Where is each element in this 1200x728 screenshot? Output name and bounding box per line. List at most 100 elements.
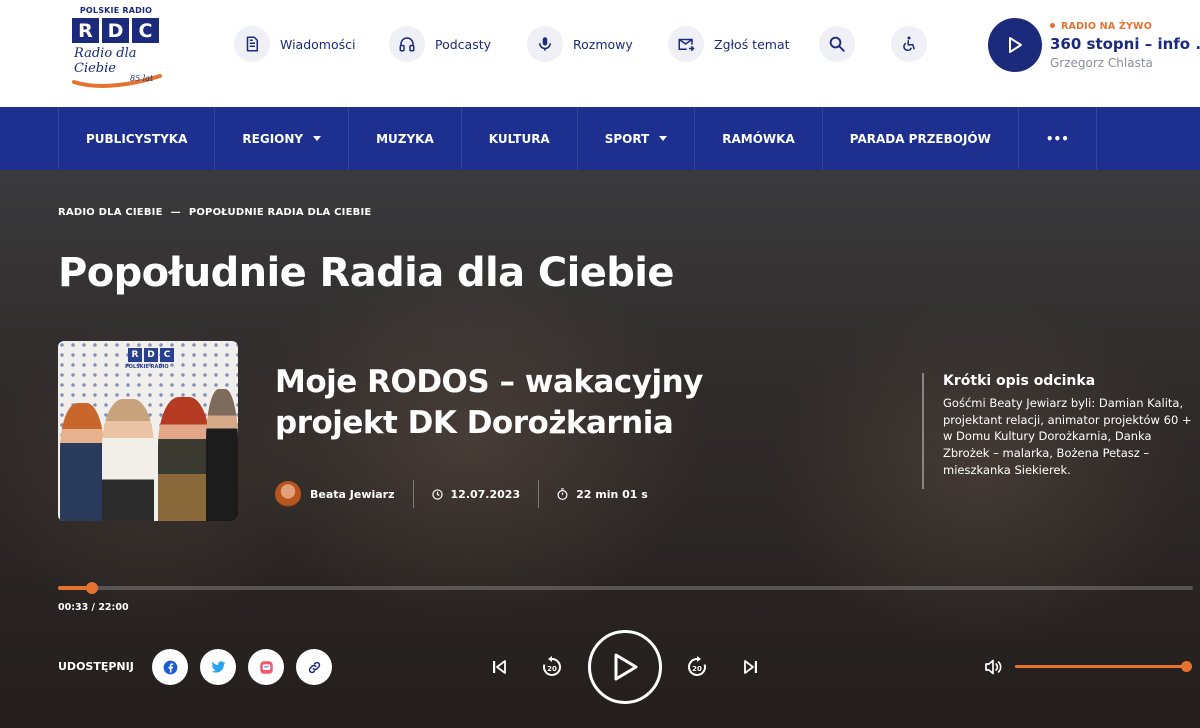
stopwatch-icon [557, 488, 568, 500]
nav-label: Podcasty [435, 36, 492, 52]
live-play-button[interactable] [988, 18, 1042, 72]
logo-badge: 85 lat [130, 74, 154, 83]
forward-20-icon: 20 [688, 656, 706, 676]
rewind-button[interactable]: 20 [539, 654, 565, 680]
episode-date: 12.07.2023 [450, 487, 521, 501]
logo-swoosh-icon: 85 lat [72, 74, 162, 88]
menu-more-button[interactable]: ••• [1017, 107, 1097, 170]
volume-fill [1015, 665, 1187, 668]
more-icon: ••• [1045, 131, 1069, 146]
nav-rozmowy[interactable]: Rozmowy [527, 26, 633, 62]
document-icon [234, 26, 270, 62]
nav-label: Rozmowy [573, 36, 633, 52]
caret-down-icon [313, 136, 322, 141]
breadcrumb: RADIO DLA CIEBIE — POPOŁUDNIE RADIA DLA CI… [58, 207, 371, 218]
menu-item-label: MUZYKA [376, 131, 434, 146]
description-text: Gośćmi Beaty Jewiarz byli: Damian Kalita… [943, 396, 1192, 477]
twitter-icon [211, 660, 225, 673]
headphones-icon [389, 26, 425, 62]
menu-item-kultura[interactable]: KULTURA [460, 107, 577, 170]
thumbnail-caption: POLSKIE RADIO [125, 364, 169, 370]
page-title: Popołudnie Radia dla Ciebie [58, 250, 674, 296]
share-twitter-button[interactable] [200, 649, 236, 685]
thumbnail-logo-letter: C [160, 348, 174, 362]
nav-label: Wiadomości [280, 36, 356, 52]
messenger-icon [259, 660, 273, 674]
rewind-20-icon: 20 [543, 656, 561, 676]
logo-letters: R D C [72, 18, 166, 43]
nav-label: Zgłoś temat [714, 36, 790, 52]
menu-item-label: SPORT [604, 131, 650, 146]
menu-item-publicystyka[interactable]: PUBLICYSTYKA [58, 107, 214, 170]
site-header: POLSKIE RADIO R D C Radio dla Ciebie 85 … [0, 0, 1200, 107]
live-program-title[interactable]: 360 stopni – info ... [1050, 35, 1200, 53]
menu-item-label: PARADA PRZEBOJÓW [849, 131, 991, 146]
logo-letter: C [132, 18, 159, 43]
thumbnail-logo-letter: D [144, 348, 158, 362]
breadcrumb-link[interactable]: POPOŁUDNIE RADIA DLA CIEBIE [189, 207, 372, 218]
progress-handle[interactable] [86, 582, 99, 594]
share-label: UDOSTĘPNIJ [58, 660, 134, 673]
photo-person [158, 397, 210, 521]
description-heading: Krótki opis odcinka [943, 373, 1096, 389]
meta-divider [412, 480, 414, 508]
caret-down-icon [659, 136, 668, 141]
menu-item-sport[interactable]: SPORT [576, 107, 695, 170]
breadcrumb-link[interactable]: RADIO DLA CIEBIE [58, 207, 163, 218]
play-pause-button[interactable] [588, 630, 662, 704]
volume-slider[interactable] [1015, 661, 1192, 672]
photo-person [206, 389, 238, 521]
mute-button[interactable] [981, 656, 1005, 678]
accessibility-button[interactable] [891, 26, 927, 62]
nav-zglos-temat[interactable]: Zgłoś temat [668, 26, 790, 62]
volume-handle[interactable] [1181, 661, 1192, 672]
playback-time: 00:33 / 22:00 [58, 602, 129, 613]
rdc-logo[interactable]: POLSKIE RADIO R D C Radio dla Ciebie 85 … [70, 6, 166, 88]
microphone-icon [527, 26, 563, 62]
episode-meta: Beata Jewiarz 12.07.2023 22 min 01 s [275, 480, 648, 508]
menu-item-label: KULTURA [488, 131, 550, 146]
share-messenger-button[interactable] [248, 649, 284, 685]
main-menu-bar: PUBLICYSTYKA REGIONY MUZYKA KULTURA SPOR… [0, 107, 1200, 170]
photo-person [60, 403, 104, 521]
skip-next-icon [744, 660, 757, 674]
episode-author[interactable]: Beata Jewiarz [310, 488, 395, 501]
link-icon [308, 661, 320, 673]
logo-top-text: POLSKIE RADIO [79, 6, 153, 15]
logo-letter: D [102, 18, 129, 43]
skip-previous-icon [493, 660, 506, 674]
rewind-seconds-label: 20 [547, 665, 557, 673]
menu-item-label: RAMÓWKA [722, 131, 795, 146]
facebook-icon [163, 660, 177, 674]
search-button[interactable] [819, 26, 855, 62]
forward-seconds-label: 20 [692, 665, 702, 673]
nav-wiadomosci[interactable]: Wiadomości [234, 26, 355, 62]
episode-thumbnail: R D C POLSKIE RADIO [58, 341, 238, 521]
logo-letter: R [72, 18, 99, 43]
play-icon [1009, 37, 1022, 53]
live-tag: RADIO NA ŻYWO [1050, 21, 1152, 32]
play-icon [614, 653, 638, 681]
menu-item-label: PUBLICYSTYKA [86, 131, 188, 146]
breadcrumb-separator: — [170, 207, 181, 218]
nav-podcasty[interactable]: Podcasty [389, 26, 491, 62]
menu-item-ramowka[interactable]: RAMÓWKA [694, 107, 822, 170]
copy-link-button[interactable] [296, 649, 332, 685]
playback-progress-bar[interactable] [58, 582, 1193, 594]
wheelchair-icon [891, 26, 927, 62]
forward-button[interactable]: 20 [684, 654, 710, 680]
episode-duration: 22 min 01 s [576, 487, 648, 501]
share-facebook-button[interactable] [152, 649, 188, 685]
menu-item-parada-przebojow[interactable]: PARADA PRZEBOJÓW [821, 107, 1018, 170]
photo-person [102, 399, 154, 521]
search-icon [819, 26, 855, 62]
thumbnail-logo-letter: R [128, 348, 142, 362]
menu-item-muzyka[interactable]: MUZYKA [348, 107, 461, 170]
podcast-player-section: RADIO DLA CIEBIE — POPOŁUDNIE RADIA DLA CI… [0, 170, 1200, 728]
previous-button[interactable] [486, 655, 512, 679]
episode-title: Moje RODOS – wakacyjny projekt DK Dorożk… [275, 364, 703, 441]
next-button[interactable] [738, 655, 764, 679]
menu-item-regiony[interactable]: REGIONY [214, 107, 348, 170]
clock-icon [431, 488, 443, 500]
live-tag-label: RADIO NA ŻYWO [1061, 21, 1153, 32]
